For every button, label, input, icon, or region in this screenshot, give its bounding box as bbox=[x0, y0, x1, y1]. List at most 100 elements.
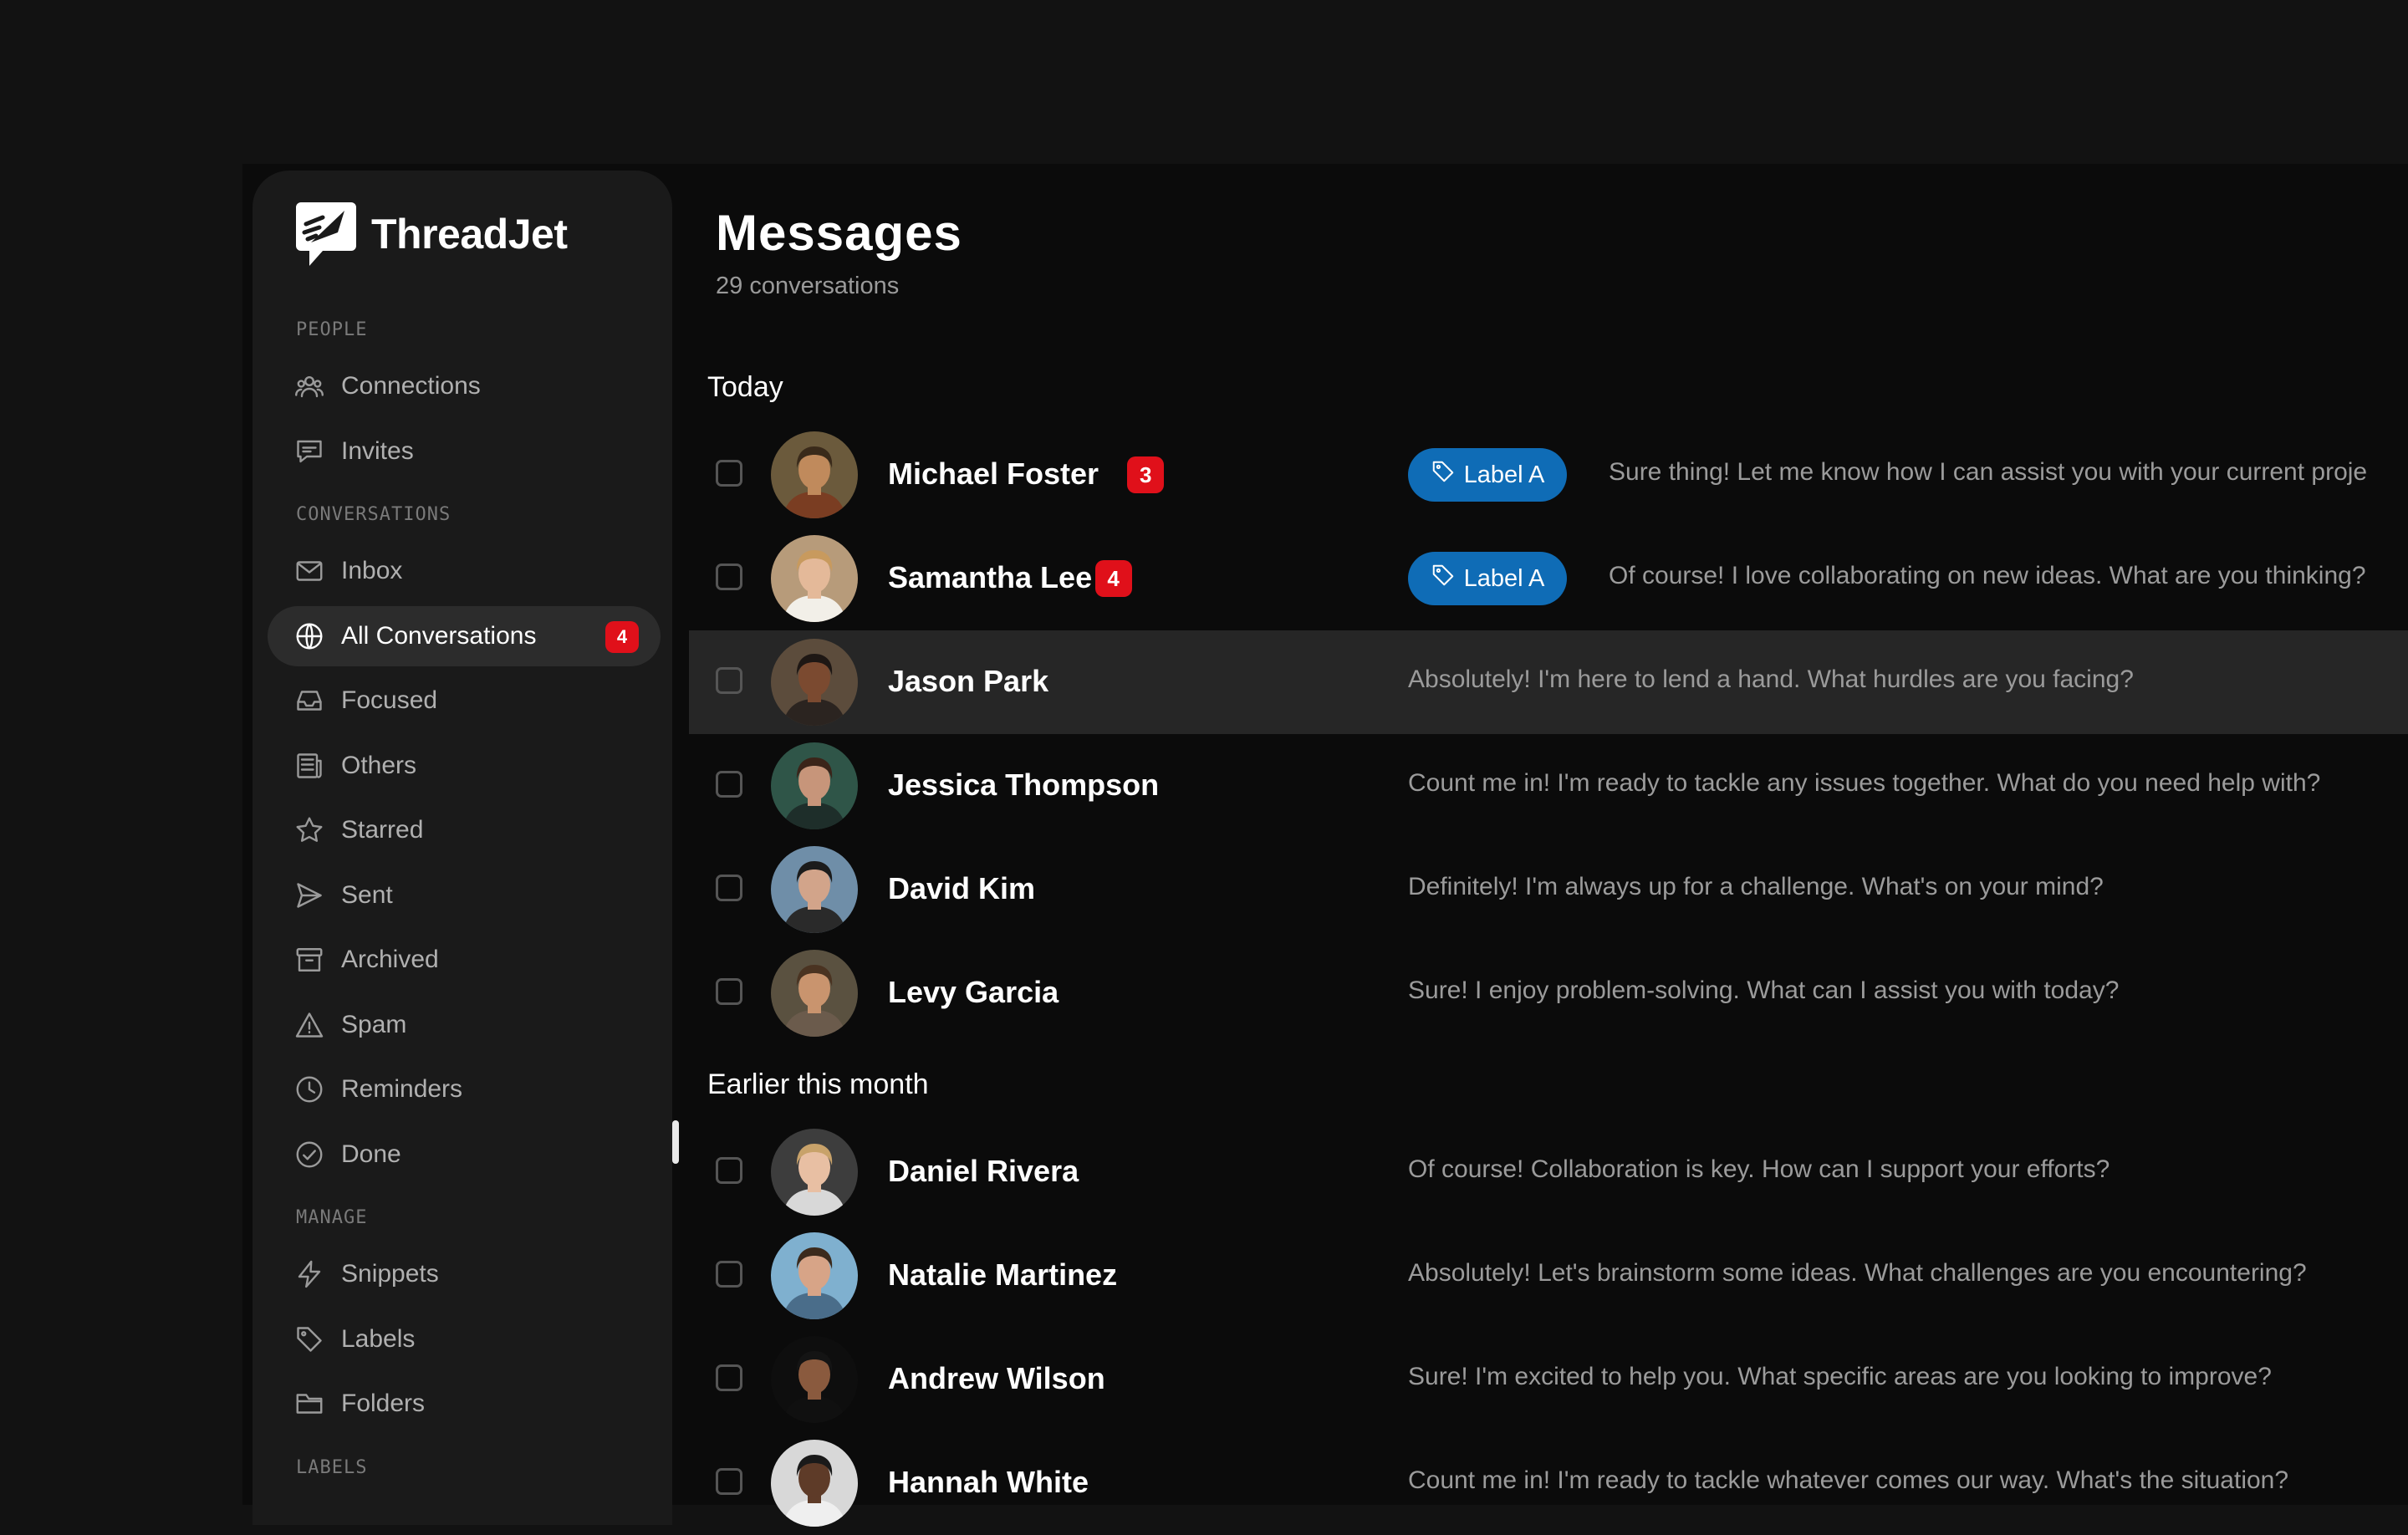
message-preview: Absolutely! Let's brainstorm some ideas.… bbox=[1408, 1259, 2307, 1287]
select-checkbox[interactable] bbox=[716, 1468, 742, 1495]
newspaper-icon bbox=[293, 749, 326, 783]
app-window: ThreadJet PEOPLE Connections Invites CONVER… bbox=[242, 164, 2408, 1527]
archive-icon bbox=[293, 943, 326, 977]
avatar bbox=[771, 1232, 858, 1319]
sidebar-item-inbox[interactable]: Inbox bbox=[268, 541, 661, 601]
avatar bbox=[771, 1129, 858, 1216]
sidebar-item-label: Reminders bbox=[341, 1075, 463, 1103]
send-icon bbox=[293, 879, 326, 912]
conversation-row[interactable]: Daniel Rivera Of course! Collaboration is… bbox=[689, 1120, 2408, 1224]
unread-badge: 4 bbox=[1094, 560, 1132, 597]
sidebar-item-label: Spam bbox=[341, 1010, 407, 1038]
conversation-row[interactable]: Jessica Thompson Count me in! I'm ready t… bbox=[689, 734, 2408, 838]
sidebar-item-done[interactable]: Done bbox=[268, 1124, 661, 1185]
unread-badge: 3 bbox=[1127, 456, 1165, 493]
sidebar-item-folders[interactable]: Folders bbox=[268, 1374, 661, 1434]
avatar bbox=[771, 639, 858, 726]
sidebar-item-reminders[interactable]: Reminders bbox=[268, 1059, 661, 1119]
message-preview: Count me in! I'm ready to tackle any iss… bbox=[1408, 769, 2321, 797]
folder-icon bbox=[293, 1387, 326, 1420]
message-preview: Count me in! I'm ready to tackle whateve… bbox=[1408, 1466, 2289, 1494]
conversation-row[interactable]: Andrew Wilson Sure! I'm excited to help y… bbox=[689, 1328, 2408, 1431]
conversation-row[interactable]: Samantha Lee 4 Label A Of course! I love co… bbox=[689, 527, 2408, 630]
section-label-people: PEOPLE bbox=[296, 319, 368, 340]
message-preview: Sure! I'm excited to help you. What spec… bbox=[1408, 1363, 2272, 1390]
conversation-row[interactable]: Hannah White Count me in! I'm ready to ta… bbox=[689, 1431, 2408, 1535]
sidebar-item-sent[interactable]: Sent bbox=[268, 865, 661, 926]
conversation-row[interactable]: Levy Garcia Sure! I enjoy problem-solving… bbox=[689, 941, 2408, 1045]
contact-name: Levy Garcia bbox=[888, 975, 1059, 1009]
avatar bbox=[771, 535, 858, 622]
sidebar-item-label: Labels bbox=[341, 1324, 416, 1353]
contact-name: David Kim bbox=[888, 871, 1036, 905]
section-label-labels: LABELS bbox=[296, 1456, 368, 1478]
messages-panel: Messages 29 conversations Today Michael F… bbox=[689, 164, 2408, 1527]
sidebar-item-archived[interactable]: Archived bbox=[268, 930, 661, 990]
sidebar-item-starred[interactable]: Starred bbox=[268, 800, 661, 860]
select-checkbox[interactable] bbox=[716, 1157, 742, 1184]
sidebar-item-snippets[interactable]: Snippets bbox=[268, 1244, 661, 1304]
sidebar-item-others[interactable]: Others bbox=[268, 736, 661, 796]
message-preview: Definitely! I'm always up for a challeng… bbox=[1408, 873, 2104, 900]
select-checkbox[interactable] bbox=[716, 875, 742, 901]
contact-name: Jason Park bbox=[888, 664, 1049, 698]
sidebar-item-labels[interactable]: Labels bbox=[268, 1309, 661, 1369]
sidebar-item-connections[interactable]: Connections bbox=[268, 356, 661, 416]
tag-icon bbox=[293, 1323, 326, 1356]
conversation-row[interactable]: Michael Foster 3 Label A Sure thing! Let me… bbox=[689, 423, 2408, 527]
avatar bbox=[771, 742, 858, 829]
mail-icon bbox=[293, 554, 326, 588]
chat-bubble-icon bbox=[293, 435, 326, 468]
select-checkbox[interactable] bbox=[716, 1364, 742, 1391]
globe-icon bbox=[293, 620, 326, 653]
contact-name: Jessica Thompson bbox=[888, 768, 1160, 802]
sidebar-item-label: Sent bbox=[341, 880, 393, 909]
conversation-row[interactable]: David Kim Definitely! I'm always up for a… bbox=[689, 838, 2408, 941]
select-checkbox[interactable] bbox=[716, 978, 742, 1005]
avatar bbox=[771, 1336, 858, 1423]
label-chip-text: Label A bbox=[1463, 461, 1545, 488]
avatar bbox=[771, 431, 858, 518]
brand[interactable]: ThreadJet bbox=[294, 199, 568, 269]
select-checkbox[interactable] bbox=[716, 771, 742, 798]
contact-name: Andrew Wilson bbox=[888, 1361, 1105, 1395]
message-preview: Sure thing! Let me know how I can assist… bbox=[1609, 458, 2368, 486]
sidebar-item-label: Focused bbox=[341, 686, 438, 714]
message-preview: Of course! Collaboration is key. How can… bbox=[1408, 1155, 2110, 1183]
section-label-conversations: CONVERSATIONS bbox=[296, 504, 452, 525]
label-chip[interactable]: Label A bbox=[1408, 552, 1567, 605]
message-preview: Sure! I enjoy problem-solving. What can … bbox=[1408, 977, 2120, 1004]
label-chip[interactable]: Label A bbox=[1408, 448, 1567, 502]
conversation-row[interactable]: Jason Park Absolutely! I'm here to lend a… bbox=[689, 630, 2408, 734]
star-icon bbox=[293, 813, 326, 847]
contact-name: Natalie Martinez bbox=[888, 1257, 1118, 1292]
sidebar-item-focused[interactable]: Focused bbox=[268, 671, 661, 731]
lightning-icon bbox=[293, 1257, 326, 1291]
group-label-earlier-this-month: Earlier this month bbox=[707, 1068, 929, 1100]
conversation-count: 29 conversations bbox=[716, 273, 900, 299]
tag-icon bbox=[1431, 459, 1464, 491]
select-checkbox[interactable] bbox=[716, 460, 742, 487]
threadjet-logo-icon bbox=[296, 202, 356, 266]
select-checkbox[interactable] bbox=[716, 667, 742, 694]
select-checkbox[interactable] bbox=[716, 564, 742, 590]
sidebar-item-label: Done bbox=[341, 1140, 401, 1168]
avatar bbox=[771, 1440, 858, 1527]
sidebar-item-invites[interactable]: Invites bbox=[268, 421, 661, 482]
inbox-tray-icon bbox=[293, 684, 326, 717]
select-checkbox[interactable] bbox=[716, 1261, 742, 1288]
clock-icon bbox=[293, 1073, 326, 1106]
sidebar-item-all-conversations[interactable]: All Conversations 4 bbox=[268, 605, 661, 666]
sidebar-item-label: Archived bbox=[341, 946, 439, 973]
contact-name: Michael Foster bbox=[888, 456, 1099, 491]
conversation-row[interactable]: Natalie Martinez Absolutely! Let's brains… bbox=[689, 1224, 2408, 1328]
sidebar-item-label: Invites bbox=[341, 436, 414, 465]
sidebar-scrollbar[interactable] bbox=[672, 1120, 679, 1164]
avatar bbox=[771, 950, 858, 1037]
warning-icon bbox=[293, 1008, 326, 1042]
sidebar-item-label: All Conversations bbox=[341, 621, 537, 650]
sidebar-item-spam[interactable]: Spam bbox=[268, 995, 661, 1055]
sidebar-item-label: Starred bbox=[341, 816, 424, 844]
brand-name: ThreadJet bbox=[371, 211, 568, 258]
group-label-today: Today bbox=[707, 371, 783, 403]
